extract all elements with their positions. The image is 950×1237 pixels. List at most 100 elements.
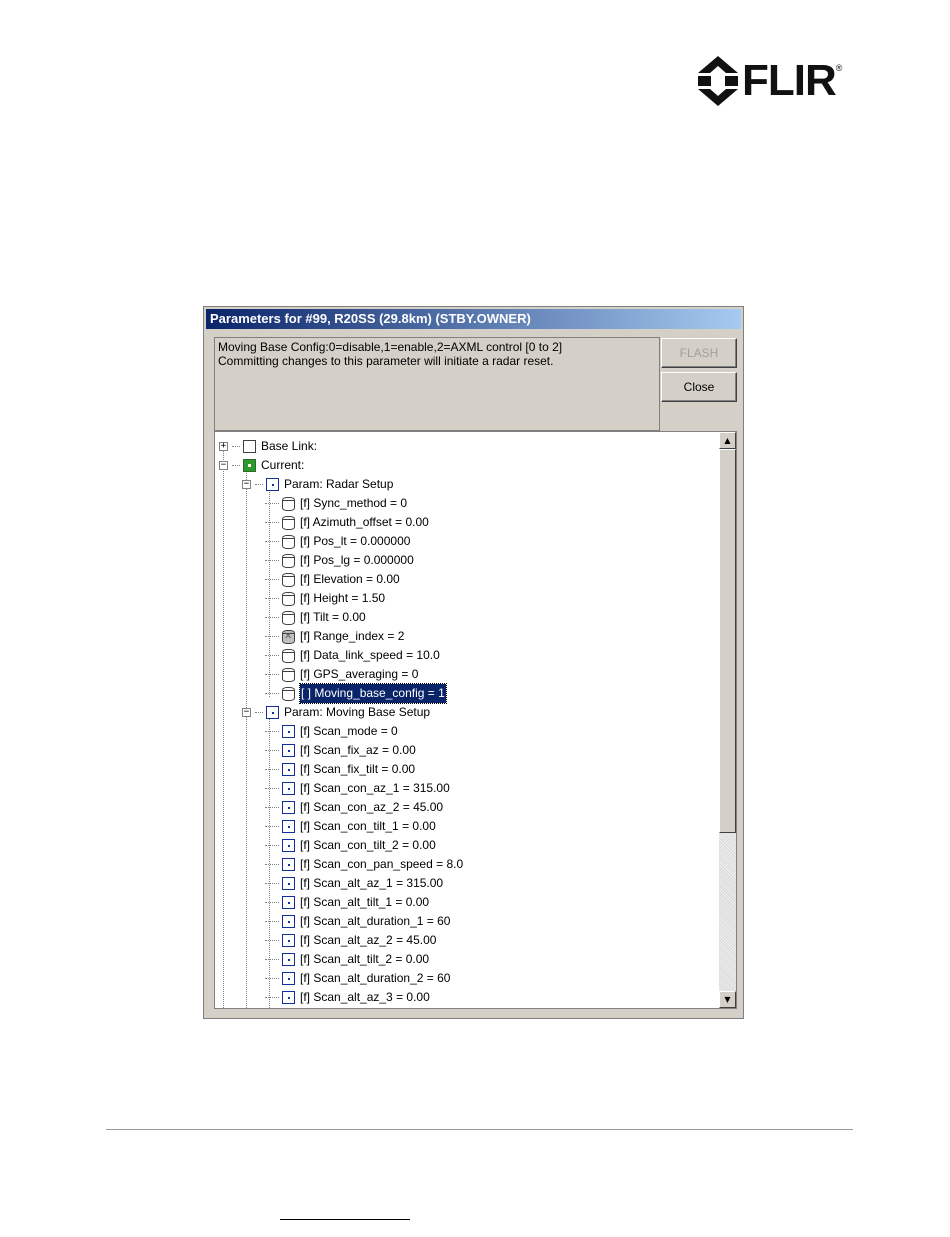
param-icon [282,782,295,795]
tree-leaf-moving-base-param[interactable]: [f] Scan_con_tilt_1 = 0.00 [265,817,436,836]
param-icon [282,725,295,738]
tree-leaf-label: [f] Scan_con_pan_speed = 8.0 [300,857,464,871]
tree-leaf-label: [f] Scan_alt_az_3 = 0.00 [300,990,430,1004]
tree-leaf-radar-param[interactable]: [f] Data_link_speed = 10.0 [265,646,440,665]
tree-node-moving-base-setup[interactable]: − Param: Moving Base Setup [242,703,430,722]
tree-leaf-moving-base-param[interactable]: [f] Scan_alt_duration_1 = 60 [265,912,450,931]
tree-leaf-moving-base-param[interactable]: [f] Scan_alt_duration_2 = 60 [265,969,450,988]
vertical-scrollbar[interactable]: ▲ ▼ [719,432,736,1008]
tree-leaf-label: [f] Scan_alt_az_2 = 45.00 [300,933,437,947]
collapse-icon[interactable]: − [219,461,228,470]
tree-connector [246,469,247,1008]
tree-leaf-radar-param[interactable]: [f] Height = 1.50 [265,589,385,608]
tree-leaf-moving-base-param[interactable]: [f] Scan_fix_tilt = 0.00 [265,760,415,779]
param-icon [282,801,295,814]
flash-button[interactable]: FLASH [661,338,737,368]
tree-dots [265,997,279,998]
current-node-icon [243,459,256,472]
tree-leaf-moving-base-param[interactable]: [f] Scan_con_pan_speed = 8.0 [265,855,463,874]
tree-leaf-radar-param[interactable]: [f] Pos_lt = 0.000000 [265,532,410,551]
tree-leaf-label: [f] Data_link_speed = 10.0 [300,648,440,662]
tree-dots [265,541,279,542]
description-line: Moving Base Config:0=disable,1=enable,2=… [218,340,563,354]
tree-node-label: Current: [261,458,305,472]
tree-leaf-label: [f] Tilt = 0.00 [300,610,366,624]
param-icon [282,839,295,852]
tree-leaf-label: [f] Azimuth_offset = 0.00 [300,515,429,529]
tree-connector [223,446,224,1008]
tree-leaf-radar-param[interactable]: [f] GPS_averaging = 0 [265,665,418,684]
tree-leaf-label: [f] Height = 1.50 [300,591,386,605]
tree-leaf-label: [f] Scan_con_tilt_1 = 0.00 [300,819,436,833]
scroll-thumb[interactable] [719,449,736,833]
tree-leaf-moving-base-param[interactable]: [f] Scan_con_tilt_2 = 0.00 [265,836,436,855]
tree-node-base-link[interactable]: + Base Link: [219,437,317,456]
tree-dots [265,826,279,827]
tree-dots [265,598,279,599]
database-icon [282,496,295,511]
tree-leaf-radar-param[interactable]: [f] Tilt = 0.00 [265,608,366,627]
tree-dots [265,940,279,941]
tree-dots [265,750,279,751]
tree-leaf-moving-base-param[interactable]: [f] Scan_con_az_1 = 315.00 [265,779,450,798]
tree-leaf-radar-param[interactable]: [f] Azimuth_offset = 0.00 [265,513,429,532]
tree-leaf-label: [f] Scan_alt_tilt_1 = 0.00 [300,895,430,909]
registered-mark: ® [835,63,843,73]
tree-leaf-moving-base-param[interactable]: [f] Scan_mode = 0 [265,722,398,741]
dialog-title[interactable]: Parameters for #99, R20SS (29.8km) (STBY… [206,309,741,329]
tree-dots [265,788,279,789]
tree-dots [255,712,263,713]
parameter-description: Moving Base Config:0=disable,1=enable,2=… [214,337,660,431]
collapse-icon[interactable]: − [242,480,251,489]
tree-dots [265,674,279,675]
parameter-tree[interactable]: + Base Link: − Current: − Param: Radar S… [214,431,737,1009]
param-icon [282,744,295,757]
database-icon [282,667,295,682]
tree-node-label: Param: Radar Setup [284,477,394,491]
tree-node-label: Base Link: [261,439,318,453]
tree-leaf-radar-param[interactable]: [f] Range_index = 2 [265,627,404,646]
database-icon [282,686,295,701]
tree-leaf-radar-param[interactable]: [f] Pos_lg = 0.000000 [265,551,414,570]
scroll-up-icon[interactable]: ▲ [719,432,736,449]
tree-dots [265,883,279,884]
tree-leaf-label: [ ] Moving_base_config = 1 [299,683,447,704]
close-button[interactable]: Close [661,372,737,402]
tree-leaf-moving-base-param[interactable]: [f] Scan_alt_tilt_1 = 0.00 [265,893,429,912]
param-icon [282,820,295,833]
tree-dots [232,446,240,447]
param-icon [282,934,295,947]
tree-leaf-radar-param[interactable]: [f] Elevation = 0.00 [265,570,400,589]
param-icon [282,858,295,871]
database-icon [282,610,295,625]
tree-leaf-moving-base-param[interactable]: [f] Scan_alt_tilt_2 = 0.00 [265,950,429,969]
expand-icon[interactable]: + [219,442,228,451]
tree-dots [265,522,279,523]
flir-logo: FLIR ® [698,55,842,107]
tree-leaf-label: [f] Scan_alt_duration_2 = 60 [300,971,451,985]
tree-node-label: Param: Moving Base Setup [284,705,431,719]
tree-leaf-label: [f] Scan_alt_az_1 = 315.00 [300,876,444,890]
tree-leaf-moving-base-param[interactable]: [f] Scan_con_az_2 = 45.00 [265,798,443,817]
tree-leaf-radar-param[interactable]: [f] Sync_method = 0 [265,494,407,513]
tree-node-radar-setup[interactable]: − Param: Radar Setup [242,475,393,494]
tree-dots [265,769,279,770]
param-icon [282,763,295,776]
tree-leaf-label: [f] Pos_lt = 0.000000 [300,534,411,548]
description-line: Committing changes to this parameter wil… [218,354,554,368]
tree-node-current[interactable]: − Current: [219,456,304,475]
tree-dots [265,978,279,979]
tree-leaf-moving-base-param[interactable]: [f] Scan_alt_az_3 = 0.00 [265,988,430,1007]
tree-leaf-label: [f] Pos_lg = 0.000000 [300,553,414,567]
tree-leaf-radar-param[interactable]: [ ] Moving_base_config = 1 [265,683,447,704]
tree-leaf-moving-base-param[interactable]: [f] Scan_fix_az = 0.00 [265,741,416,760]
database-icon [282,515,295,530]
tree-leaf-moving-base-param[interactable]: [f] Scan_alt_az_1 = 315.00 [265,874,443,893]
tree-leaf-moving-base-param[interactable]: [f] Scan_alt_az_2 = 45.00 [265,931,436,950]
tree-dots [232,465,240,466]
collapse-icon[interactable]: − [242,708,251,717]
param-icon [282,991,295,1004]
parameters-dialog: Parameters for #99, R20SS (29.8km) (STBY… [203,306,744,1019]
scroll-down-icon[interactable]: ▼ [719,991,736,1008]
tree-dots [265,845,279,846]
